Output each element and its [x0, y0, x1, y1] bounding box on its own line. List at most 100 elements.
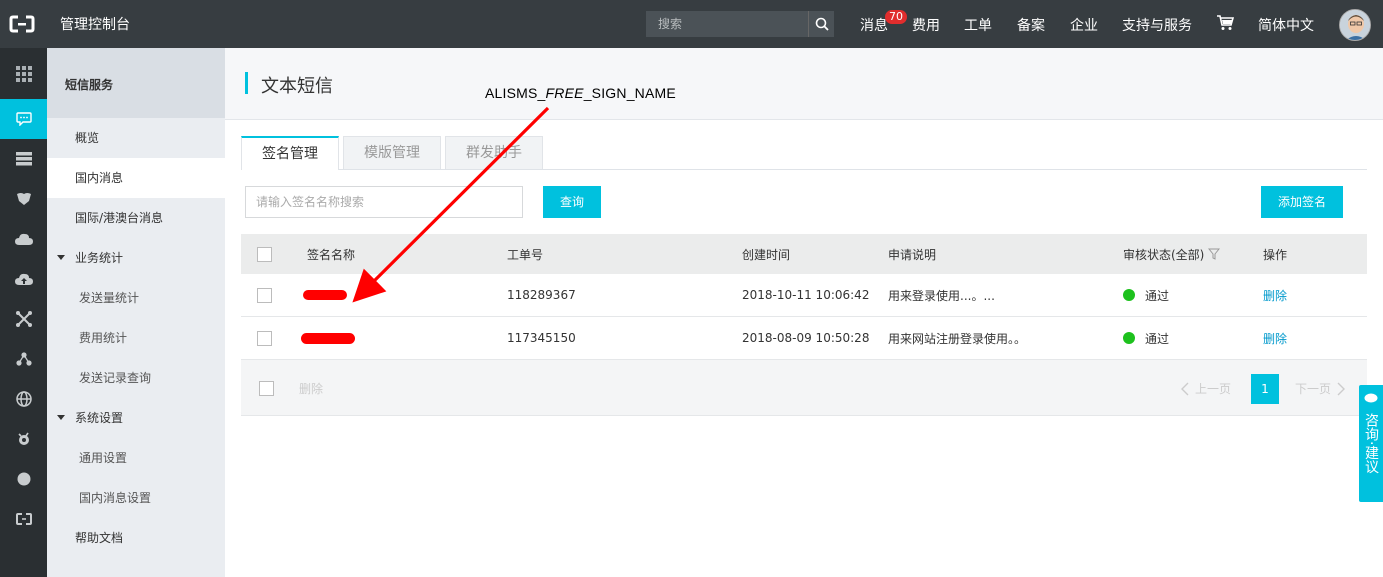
status-badge: 通过	[1123, 317, 1169, 359]
global-search[interactable]	[646, 11, 834, 37]
signature-search-input[interactable]	[245, 186, 523, 218]
description: 用来登录使用...。...	[888, 288, 995, 303]
title-accent-bar	[245, 72, 248, 94]
sms-icon[interactable]	[0, 99, 47, 139]
submenu-item-cost[interactable]: 费用统计	[47, 318, 225, 358]
submenu-item-international[interactable]: 国际/港澳台消息	[47, 198, 225, 238]
submenu-item-domestic[interactable]: 国内消息	[47, 158, 225, 198]
globe-icon[interactable]	[0, 379, 47, 419]
cluster-icon[interactable]	[0, 339, 47, 379]
status-dot-icon	[1123, 289, 1135, 301]
bulk-delete-button[interactable]: 删除	[299, 374, 323, 404]
nav-support[interactable]: 支持与服务	[1122, 15, 1192, 35]
table-row: 117345150 2018-08-09 10:50:28 用来网站注册登录使用…	[241, 317, 1367, 360]
annotation-suffix: _SIGN_NAME	[583, 85, 676, 101]
page-number-current[interactable]: 1	[1251, 374, 1279, 404]
chat-icon	[1364, 393, 1378, 403]
nav-messages[interactable]: 消息	[860, 15, 888, 35]
select-all-checkbox[interactable]	[257, 234, 272, 274]
prev-page-button[interactable]: 上一页	[1181, 374, 1231, 404]
submenu-group-label: 系统设置	[75, 411, 124, 425]
consult-suggest-label: 咨询·建议	[1363, 413, 1379, 474]
gear-icon[interactable]	[0, 419, 47, 459]
query-button[interactable]: 查询	[543, 186, 601, 218]
nav-filing[interactable]: 备案	[1017, 15, 1045, 35]
console-title[interactable]: 管理控制台	[60, 14, 130, 34]
redacted-signature-name	[303, 274, 347, 316]
next-page-button[interactable]: 下一页	[1295, 374, 1346, 404]
top-bar: 管理控制台 消息 70 费用 工单 备案 企业 支持与服务 简体中文	[0, 0, 1383, 48]
description: 用来网站注册登录使用。。	[888, 331, 1027, 346]
col-description: 申请说明	[888, 247, 937, 262]
grid-icon[interactable]	[0, 54, 47, 94]
submenu-item-send-volume[interactable]: 发送量统计	[47, 278, 225, 318]
ticket-number: 118289367	[507, 288, 576, 302]
submenu-item-help-docs[interactable]: 帮助文档	[47, 518, 225, 558]
submenu-group-label: 业务统计	[75, 251, 124, 265]
nav-billing[interactable]: 费用	[912, 15, 940, 35]
annotation-label: ALISMS_FREE_SIGN_NAME	[485, 85, 676, 101]
server-icon[interactable]	[0, 139, 47, 179]
aliyun-logo-icon[interactable]	[9, 14, 35, 34]
submenu-group-statistics[interactable]: 业务统计	[47, 238, 225, 278]
cloud-icon[interactable]	[0, 219, 47, 259]
submenu-header: 短信服务	[47, 48, 225, 118]
row-checkbox[interactable]	[257, 274, 272, 316]
add-signature-button[interactable]: 添加签名	[1261, 186, 1343, 218]
submenu-item-general-settings[interactable]: 通用设置	[47, 438, 225, 478]
col-created-time: 创建时间	[742, 247, 791, 262]
row-checkbox[interactable]	[257, 317, 272, 359]
sms-submenu: 短信服务 概览 国内消息 国际/港澳台消息 业务统计 发送量统计 费用统计 发送…	[47, 48, 225, 577]
next-page-label: 下一页	[1295, 382, 1332, 396]
search-input[interactable]	[646, 11, 808, 37]
col-review-status[interactable]: 审核状态(全部)	[1123, 234, 1221, 274]
cart-icon[interactable]	[1217, 15, 1235, 34]
status-badge: 通过	[1123, 274, 1169, 316]
submenu-item-send-records[interactable]: 发送记录查询	[47, 358, 225, 398]
nav-tickets[interactable]: 工单	[964, 15, 992, 35]
chevron-left-icon	[1181, 382, 1189, 396]
submenu-item-domestic-settings[interactable]: 国内消息设置	[47, 478, 225, 518]
circle-icon[interactable]	[0, 459, 47, 499]
chevron-right-icon	[1337, 382, 1346, 396]
redacted-signature-name	[301, 317, 355, 359]
col-actions: 操作	[1263, 247, 1288, 262]
col-review-status-label: 审核状态(全部)	[1123, 247, 1205, 262]
submenu-item-overview[interactable]: 概览	[47, 118, 225, 158]
tab-strip: 签名管理 模版管理 群发助手	[241, 136, 1367, 170]
table-row: 118289367 2018-10-11 10:06:42 用来登录使用...。…	[241, 274, 1367, 317]
annotation-prefix: ALISMS_	[485, 85, 546, 101]
table-footer: 删除 上一页 1 下一页	[241, 360, 1367, 416]
tab-bulk-send-assistant[interactable]: 群发助手	[445, 136, 543, 169]
delete-link[interactable]: 删除	[1263, 274, 1287, 316]
nav-language[interactable]: 简体中文	[1258, 15, 1314, 35]
cloud-upload-icon[interactable]	[0, 259, 47, 299]
shield-icon[interactable]	[0, 179, 47, 219]
created-time: 2018-08-09 10:50:28	[742, 331, 870, 345]
submenu-group-settings[interactable]: 系统设置	[47, 398, 225, 438]
search-icon[interactable]	[808, 11, 834, 37]
footer-select-all-checkbox[interactable]	[259, 360, 274, 416]
message-count-badge: 70	[885, 10, 907, 24]
table-header: 签名名称 工单号 创建时间 申请说明 审核状态(全部) 操作	[241, 234, 1367, 274]
col-signature-name: 签名名称	[307, 247, 356, 262]
network-icon[interactable]	[0, 299, 47, 339]
delete-link[interactable]: 删除	[1263, 317, 1287, 359]
tab-template-management[interactable]: 模版管理	[343, 136, 441, 169]
logo-small-icon[interactable]	[0, 499, 47, 539]
annotation-italic: FREE	[545, 85, 584, 101]
consult-suggest-button[interactable]: 咨询·建议	[1359, 385, 1383, 502]
caret-down-icon	[57, 255, 65, 260]
tab-signature-management[interactable]: 签名管理	[241, 136, 339, 170]
status-dot-icon	[1123, 332, 1135, 344]
main-content: 文本短信 签名管理 模版管理 群发助手 查询 添加签名 签名名称 工单号 创建时…	[225, 48, 1383, 577]
caret-down-icon	[57, 415, 65, 420]
product-icon-bar	[0, 48, 47, 577]
avatar[interactable]	[1339, 9, 1371, 41]
col-ticket-number: 工单号	[507, 247, 544, 262]
prev-page-label: 上一页	[1195, 382, 1232, 396]
nav-enterprise[interactable]: 企业	[1070, 15, 1098, 35]
status-label: 通过	[1145, 331, 1170, 346]
page-header: 文本短信	[225, 48, 1383, 120]
filter-icon[interactable]	[1208, 248, 1221, 260]
